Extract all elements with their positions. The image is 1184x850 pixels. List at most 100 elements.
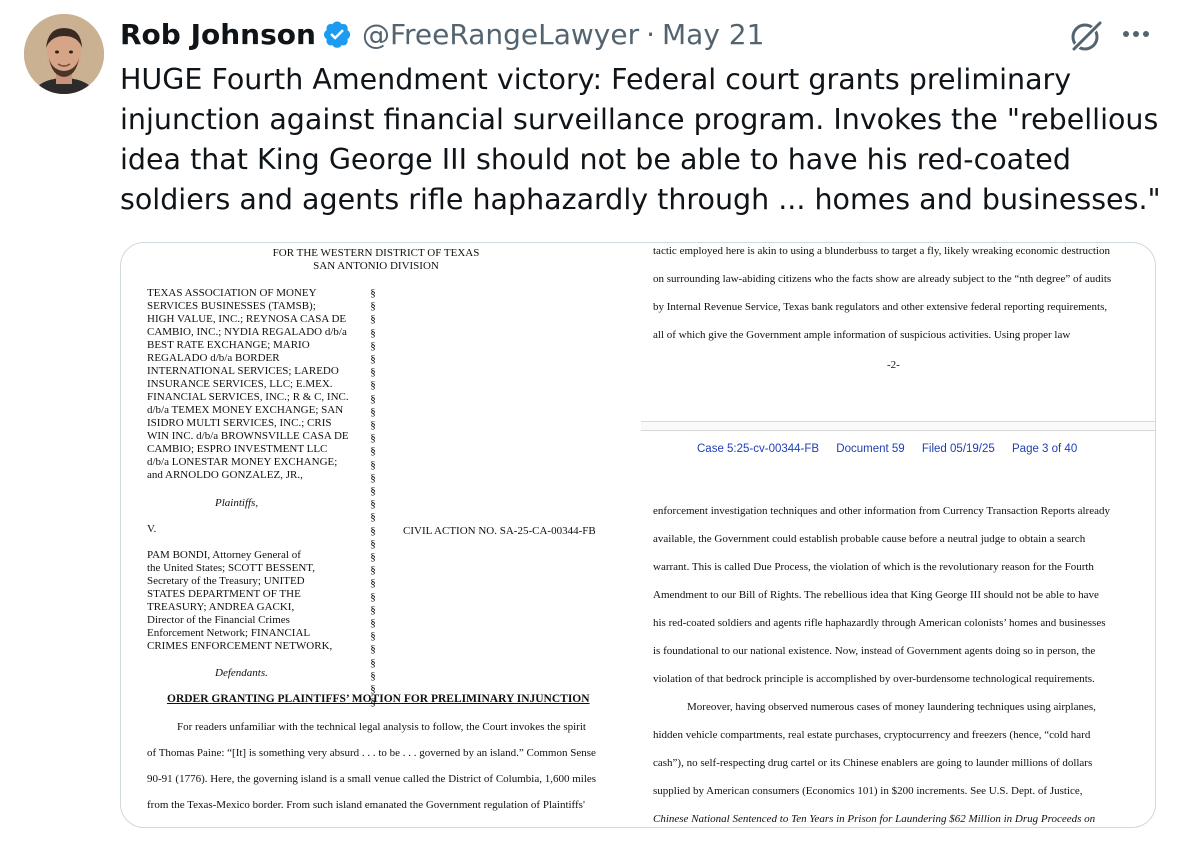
section-symbol: § [370, 643, 376, 656]
section-symbol: § [370, 603, 376, 616]
caption-line: STATES DEPARTMENT OF THE [147, 588, 301, 600]
section-symbol: § [370, 379, 376, 392]
caption-line: WIN INC. d/b/a BROWNSVILLE CASA DE [147, 430, 349, 442]
caption-line: Director of the Financial Crimes [147, 614, 290, 626]
caption-line: FINANCIAL SERVICES, INC.; R & C, INC. [147, 391, 349, 403]
document-number: Document 59 [836, 443, 905, 455]
caption-line: Enforcement Network; FINANCIAL [147, 627, 311, 639]
caption-line: REGALADO d/b/a BORDER [147, 352, 280, 364]
body-line: available, the Government could establis… [653, 533, 1086, 545]
page-number: -2- [887, 359, 900, 371]
caption-line: d/b/a TEMEX MONEY EXCHANGE; SAN [147, 404, 344, 416]
caption-line: Secretary of the Treasury; UNITED [147, 575, 305, 587]
author-avatar[interactable] [24, 14, 104, 94]
tweet-text: HUGE Fourth Amendment victory: Federal c… [120, 63, 1161, 216]
body-line: Chinese National Sentenced to Ten Years … [653, 813, 1096, 825]
section-symbol: § [370, 498, 376, 511]
plaintiffs-label: Plaintiffs, [215, 497, 259, 509]
section-symbol: § [370, 630, 376, 643]
document-page-left: FOR THE WESTERN DISTRICT OF TEXAS SAN AN… [121, 243, 639, 827]
caption-line: TREASURY; ANDREA GACKI, [147, 601, 295, 613]
author-handle[interactable]: @FreeRangeLawyer [362, 18, 639, 51]
tweet-header: Rob Johnson @FreeRangeLawyer · May 21 [120, 16, 764, 52]
caption-line: INSURANCE SERVICES, LLC; E.MEX. [147, 378, 333, 390]
section-symbol: § [370, 392, 376, 405]
section-symbol: § [370, 577, 376, 590]
caption-line: PAM BONDI, Attorney General of [147, 549, 301, 561]
body-line: Amendment to our Bill of Rights. The reb… [653, 589, 1099, 601]
section-symbol: § [370, 551, 376, 563]
section-symbol: § [370, 366, 376, 379]
body-line: warrant. This is called Due Process, the… [653, 561, 1094, 573]
page-count: Page 3 of 40 [1012, 443, 1078, 455]
section-symbol: § [370, 445, 376, 458]
body-line: hidden vehicle compartments, real estate… [653, 729, 1091, 741]
caption-line: SERVICES BUSINESSES (TAMSB); [147, 300, 316, 312]
body-line: from the Texas-Mexico border. From such … [147, 799, 585, 811]
section-symbol: § [370, 353, 376, 365]
section-symbol: § [370, 405, 376, 418]
body-line: his red-coated soldiers and agents rifle… [653, 617, 1106, 629]
section-symbol: § [370, 564, 376, 577]
section-symbol: § [370, 287, 376, 299]
body-line: supplied by American consumers (Economic… [653, 785, 1083, 797]
body-line: For readers unfamiliar with the technica… [177, 721, 586, 733]
case-header: Case 5:25-cv-00344-FB Document 59 Filed … [697, 443, 1091, 455]
section-symbol: § [370, 617, 376, 629]
caption-line: the United States; SCOTT BESSENT, [147, 562, 315, 574]
section-symbol: § [370, 326, 376, 339]
order-title: ORDER GRANTING PLAINTIFFS’ MOTION FOR PR… [167, 693, 590, 705]
body-line: violation of that bedrock principle is a… [653, 673, 1095, 685]
defendants-label: Defendants. [215, 667, 268, 679]
case-number: Case 5:25-cv-00344-FB [697, 443, 820, 455]
civil-action-number: CIVIL ACTION NO. SA-25-CA-00344-FB [403, 525, 596, 537]
verified-badge-icon [323, 21, 351, 48]
grok-icon[interactable] [1066, 16, 1106, 56]
caption-line: TEXAS ASSOCIATION OF MONEY [147, 287, 317, 299]
section-symbol: § [370, 458, 376, 471]
section-symbol: § [370, 471, 376, 484]
section-symbol: § [370, 313, 376, 326]
section-symbol: § [370, 656, 376, 669]
body-line: by Internal Revenue Service, Texas bank … [653, 301, 1108, 313]
body-line: is foundational to our national existenc… [653, 645, 1096, 657]
body-line: Moreover, having observed numerous cases… [687, 701, 1096, 713]
section-symbol: § [370, 485, 376, 497]
court-division: SAN ANTONIO DIVISION [313, 260, 439, 272]
filed-date: Filed 05/19/25 [921, 443, 995, 455]
section-symbol: § [370, 300, 376, 313]
tweet-date[interactable]: May 21 [662, 18, 764, 51]
section-symbol: § [370, 524, 376, 537]
section-symbol: § [370, 669, 376, 682]
section-symbol: § [370, 339, 376, 352]
more-options-icon[interactable] [1118, 22, 1154, 46]
caption-line: ISIDRO MULTI SERVICES, INC.; CRIS [147, 417, 332, 429]
body-line: all of which give the Government ample i… [653, 329, 1071, 341]
tweet-media-image[interactable]: FOR THE WESTERN DISTRICT OF TEXAS SAN AN… [120, 242, 1156, 828]
body-line: tactic employed here is akin to using a … [653, 245, 1110, 257]
page-separator [641, 421, 1155, 431]
caption-line: d/b/a LONESTAR MONEY EXCHANGE; [147, 456, 338, 468]
court-name: FOR THE WESTERN DISTRICT OF TEXAS [272, 247, 480, 259]
versus-label: V. [147, 523, 157, 535]
body-line: cash”), no self-respecting drug cartel o… [653, 757, 1093, 769]
author-name[interactable]: Rob Johnson [120, 18, 316, 51]
separator-dot: · [646, 17, 655, 51]
caption-line: INTERNATIONAL SERVICES; LAREDO [147, 365, 339, 377]
caption-line: BEST RATE EXCHANGE; MARIO [147, 339, 310, 351]
caption-line: HIGH VALUE, INC.; REYNOSA CASA DE [147, 313, 347, 325]
section-symbol: § [370, 537, 376, 550]
caption-line: and ARNOLDO GONZALEZ, JR., [147, 469, 303, 481]
section-symbol: § [370, 511, 376, 524]
caption-line: CAMBIO; ESPRO INVESTMENT LLC [147, 443, 328, 455]
body-line: of Thomas Paine: “[It] is something very… [147, 747, 596, 759]
section-symbol: § [370, 419, 376, 431]
avatar-portrait [24, 14, 104, 94]
section-symbol: § [370, 590, 376, 603]
body-line: on surrounding law-abiding citizens who … [653, 273, 1112, 285]
caption-line: CAMBIO, INC.; NYDIA REGALADO d/b/a [147, 326, 347, 338]
caption-line: CRIMES ENFORCEMENT NETWORK, [147, 640, 333, 652]
section-symbol: § [370, 432, 376, 445]
document-page-right: tactic employed here is akin to using a … [641, 243, 1155, 827]
body-line: enforcement investigation techniques and… [653, 505, 1110, 517]
